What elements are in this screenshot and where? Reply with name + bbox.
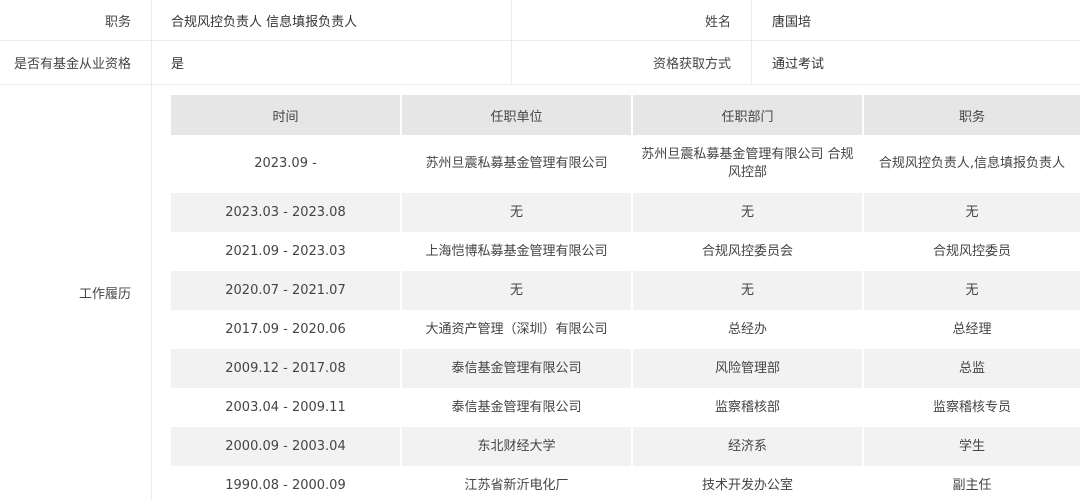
name-value: 唐国培 [772,14,812,30]
table-row: 2009.12 - 2017.08 泰信基金管理有限公司 风险管理部 总监 [171,349,1080,388]
cell-dept: 经济系 [632,427,864,466]
cell-time: 2009.12 - 2017.08 [171,349,402,388]
cell-title: 无 [863,271,1080,310]
header-time: 时间 [171,95,402,135]
table-row: 2003.04 - 2009.11 泰信基金管理有限公司 监察稽核部 监察稽核专… [171,388,1080,427]
header-title: 职务 [863,95,1080,135]
cell-title: 总监 [863,349,1080,388]
qualification-value: 是 [152,41,512,84]
cell-org: 大通资产管理（深圳）有限公司 [401,310,633,349]
table-row: 2017.09 - 2020.06 大通资产管理（深圳）有限公司 总经办 总经理 [171,310,1080,349]
cell-time: 2023.09 - [171,135,402,193]
method-value: 通过考试 [772,57,825,72]
cell-dept: 风险管理部 [632,349,864,388]
cell-title: 合规风控委员 [863,232,1080,271]
work-history-label: 工作履历 [0,85,152,500]
table-header-row: 时间 任职单位 任职部门 职务 [171,95,1080,135]
header-dept: 任职部门 [632,95,864,135]
cell-dept: 合规风控委员会 [632,232,864,271]
cell-title: 监察稽核专员 [863,388,1080,427]
cell-org: 无 [401,271,633,310]
table-row: 2000.09 - 2003.04 东北财经大学 经济系 学生 [171,427,1080,466]
cell-org: 东北财经大学 [401,427,633,466]
cell-title: 学生 [863,427,1080,466]
cell-org: 江苏省新沂电化厂 [401,466,633,500]
cell-time: 2017.09 - 2020.06 [171,310,402,349]
cell-dept: 总经办 [632,310,864,349]
cell-dept: 苏州旦震私募基金管理有限公司 合规风控部 [632,135,864,193]
cell-dept: 技术开发办公室 [632,466,864,500]
cell-org: 泰信基金管理有限公司 [401,349,633,388]
cell-time: 2000.09 - 2003.04 [171,427,402,466]
table-row: 2023.09 - 苏州旦震私募基金管理有限公司 苏州旦震私募基金管理有限公司 … [171,135,1080,193]
cell-time: 2020.07 - 2021.07 [171,271,402,310]
work-history-table: 时间 任职单位 任职部门 职务 2023.09 - 苏州旦震私募基金管理有限公司… [171,95,1080,500]
table-row: 1990.08 - 2000.09 江苏省新沂电化厂 技术开发办公室 副主任 [171,466,1080,500]
work-history-section: 工作履历 时间 任职单位 任职部门 职务 2023.09 - 苏州旦震私募基金管… [0,85,1080,500]
cell-time: 2021.09 - 2023.03 [171,232,402,271]
position-label: 职务 [0,0,152,40]
header-org: 任职单位 [401,95,633,135]
info-row-position: 职务 合规风控负责人 信息填报负责人 姓名 唐国培 [0,0,1080,41]
table-row: 2023.03 - 2023.08 无 无 无 [171,193,1080,232]
name-label: 姓名 [512,0,752,40]
cell-org: 无 [401,193,633,232]
cell-time: 2003.04 - 2009.11 [171,388,402,427]
cell-dept: 无 [632,271,864,310]
cell-org: 苏州旦震私募基金管理有限公司 [401,135,633,193]
cell-title: 无 [863,193,1080,232]
method-label: 资格获取方式 [512,41,752,84]
qualification-label: 是否有基金从业资格 [0,41,152,84]
cell-org: 上海恺博私募基金管理有限公司 [401,232,633,271]
cell-title: 合规风控负责人,信息填报负责人 [863,135,1080,193]
table-row: 2021.09 - 2023.03 上海恺博私募基金管理有限公司 合规风控委员会… [171,232,1080,271]
cell-dept: 无 [632,193,864,232]
cell-dept: 监察稽核部 [632,388,864,427]
manager-profile-page: 职务 合规风控负责人 信息填报负责人 姓名 唐国培 是否有基金从业资格 是 资格… [0,0,1080,500]
info-row-qualification: 是否有基金从业资格 是 资格获取方式 通过考试 [0,41,1080,85]
cell-time: 2023.03 - 2023.08 [171,193,402,232]
cell-title: 总经理 [863,310,1080,349]
position-value: 合规风控负责人 信息填报负责人 [152,0,512,40]
cell-org: 泰信基金管理有限公司 [401,388,633,427]
cell-time: 1990.08 - 2000.09 [171,466,402,500]
table-row: 2020.07 - 2021.07 无 无 无 [171,271,1080,310]
cell-title: 副主任 [863,466,1080,500]
